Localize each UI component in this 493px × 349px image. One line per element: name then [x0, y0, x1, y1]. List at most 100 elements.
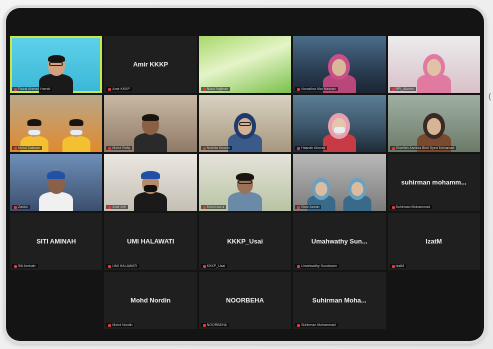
participant-label-text: KKKP_Usai: [206, 264, 226, 268]
participant-label: Norlida Hussin: [200, 146, 232, 150]
participant-label-text: Suhirman Mohammad: [395, 205, 431, 209]
participant-label-text: Hasnah Ahmad: [301, 146, 326, 150]
participant-label-text: Mohd Zakwan: [18, 146, 40, 150]
participant-name: IzatM: [425, 238, 442, 245]
participant-tile[interactable]: suhirman mohamm... Suhirman Mohammad: [387, 154, 480, 211]
participant-name: UMI HALAWATI: [127, 238, 175, 245]
muted-mic-icon: [14, 264, 17, 268]
muted-mic-icon: [108, 205, 112, 209]
screen-edge-glyph: (: [488, 92, 491, 101]
muted-mic-icon: [202, 87, 206, 91]
muted-mic-icon: [297, 205, 301, 209]
participant-tile[interactable]: Mohd Nordin Mohd Nordin: [104, 272, 197, 329]
participant-label-text: Norazlina Mat Hassan: [301, 87, 336, 91]
participant-tile[interactable]: Norlida Hussin: [198, 95, 292, 152]
participant-video-figure: [339, 172, 376, 211]
participant-name: Suhirman Moha...: [312, 297, 367, 304]
participant-tile[interactable]: Umahwathy Sun... Umahwathy Sundaram: [293, 213, 386, 270]
participant-tile[interactable]: Sharifah Asmida Binti Syed Mohamad: [387, 95, 480, 152]
participant-tile[interactable]: Mohd Zakwan: [10, 95, 103, 152]
participant-label-text: Zaidul: [18, 205, 28, 209]
participant-video-figure: [412, 47, 456, 93]
photo-frame: Faizal Ahmad Hamid Amir KKKP Amir KKKP Nuru…: [0, 0, 493, 349]
participant-video-figure: [223, 165, 267, 211]
participant-grid: Faizal Ahmad Hamid Amir KKKP Amir KKKP Nuru…: [10, 36, 480, 329]
participant-tile[interactable]: NOORBEHA NOORBEHA: [198, 272, 292, 329]
participant-label-text: Noor Azean: [301, 205, 320, 209]
participant-label: Suhirman Mohammad: [389, 205, 433, 209]
muted-mic-icon: [108, 87, 112, 91]
participant-tile[interactable]: UMI HALAWATI UMI HALAWATI: [104, 213, 197, 270]
participant-name: SITI AMINAH: [36, 238, 76, 245]
participant-tile[interactable]: Amir KKKP Amir KKKP: [104, 36, 197, 93]
participant-tile[interactable]: Hasnah Ahmad: [293, 95, 386, 152]
muted-mic-icon: [202, 146, 206, 150]
muted-mic-icon: [108, 146, 112, 150]
participant-label-text: Norlida Hussin: [206, 146, 230, 150]
participant-tile[interactable]: Noor Azean: [293, 154, 386, 211]
participant-video-figure: [34, 165, 78, 211]
participant-tile[interactable]: Zaidul: [10, 154, 103, 211]
participant-label: KKKP_Usai: [200, 264, 228, 268]
zoom-gallery-screen: Faizal Ahmad Hamid Amir KKKP Amir KKKP Nuru…: [6, 8, 484, 341]
participant-name: suhirman mohamm...: [401, 179, 467, 186]
muted-mic-icon: [202, 205, 206, 209]
participant-label: Norazlina Mat Hassan: [295, 87, 338, 91]
participant-label: IzatM: [389, 264, 407, 268]
participant-label-text: Sharifah Asmida Binti Syed Mohamad: [395, 146, 455, 150]
participant-label: BPI_Alumni: [389, 87, 416, 91]
muted-mic-icon: [202, 264, 206, 268]
participant-tile[interactable]: Faizal Ahmad Hamid: [10, 36, 103, 93]
participant-tile[interactable]: Suhirman Moha... Suhirman Mohammad: [293, 272, 386, 329]
muted-mic-icon: [297, 87, 301, 91]
participant-label: UMI HALAWATI: [106, 264, 140, 268]
participant-name: Umahwathy Sun...: [311, 238, 368, 245]
participant-label: Suhirman Mohammad: [295, 323, 338, 327]
participant-label: Faizal Ahmad Hamid: [12, 87, 53, 91]
participant-label: Mohd Azrul: [200, 205, 227, 209]
muted-mic-icon: [297, 264, 301, 268]
participant-tile[interactable]: KKKP_Usai KKKP_Usai: [198, 213, 292, 270]
participant-label-text: Mohd Rafiq: [112, 146, 131, 150]
muted-mic-icon: [108, 264, 112, 268]
participant-tile[interactable]: IzatM IzatM: [387, 213, 480, 270]
participant-label: Mohd Zakwan: [12, 146, 42, 150]
participant-label: Siti Aminah: [12, 264, 38, 268]
participant-label: Sharifah Asmida Binti Syed Mohamad: [389, 146, 457, 150]
participant-tile[interactable]: Amir Arif: [104, 154, 197, 211]
muted-mic-icon: [202, 323, 206, 327]
empty-slot: [387, 272, 480, 329]
muted-mic-icon: [14, 205, 17, 209]
participant-label: Noor Azean: [295, 205, 322, 209]
participant-name: KKKP_Usai: [227, 238, 263, 245]
participant-tile[interactable]: Mohd Rafiq: [104, 95, 197, 152]
participant-tile[interactable]: BPI_Alumni: [387, 36, 480, 93]
participant-label: Hasnah Ahmad: [295, 146, 328, 150]
muted-mic-icon: [14, 146, 17, 150]
participant-label-text: UMI HALAWATI: [112, 264, 138, 268]
muted-mic-icon: [391, 146, 395, 150]
participant-label-text: BPI_Alumni: [395, 87, 414, 91]
participant-label-text: NOORBEHA: [206, 323, 227, 327]
participant-label: Umahwathy Sundaram: [295, 264, 339, 268]
participant-label: Zaidul: [12, 205, 30, 209]
participant-label-text: Faizal Ahmad Hamid: [18, 87, 51, 91]
participant-tile[interactable]: Nurul Najihah: [198, 36, 292, 93]
participant-tile[interactable]: SITI AMINAH Siti Aminah: [10, 213, 103, 270]
empty-slot: [10, 272, 103, 329]
participant-label-text: Siti Aminah: [18, 264, 36, 268]
participant-label-text: Mohd Nordin: [112, 323, 133, 327]
muted-mic-icon: [297, 323, 301, 327]
participant-video-figure: [129, 165, 173, 211]
participant-tile[interactable]: Norazlina Mat Hassan: [293, 36, 386, 93]
participant-tile[interactable]: Mohd Azrul: [198, 154, 292, 211]
participant-label-text: Mohd Azrul: [206, 205, 225, 209]
participant-label: Amir KKKP: [106, 87, 132, 91]
participant-label: Nurul Najihah: [200, 87, 231, 91]
muted-mic-icon: [297, 146, 301, 150]
participant-name: Amir KKKP: [133, 61, 169, 68]
participant-label: NOORBEHA: [200, 323, 229, 327]
participant-name: Mohd Nordin: [130, 297, 171, 304]
participant-label-text: Amir KKKP: [112, 87, 130, 91]
participant-label: Amir Arif: [106, 205, 128, 209]
